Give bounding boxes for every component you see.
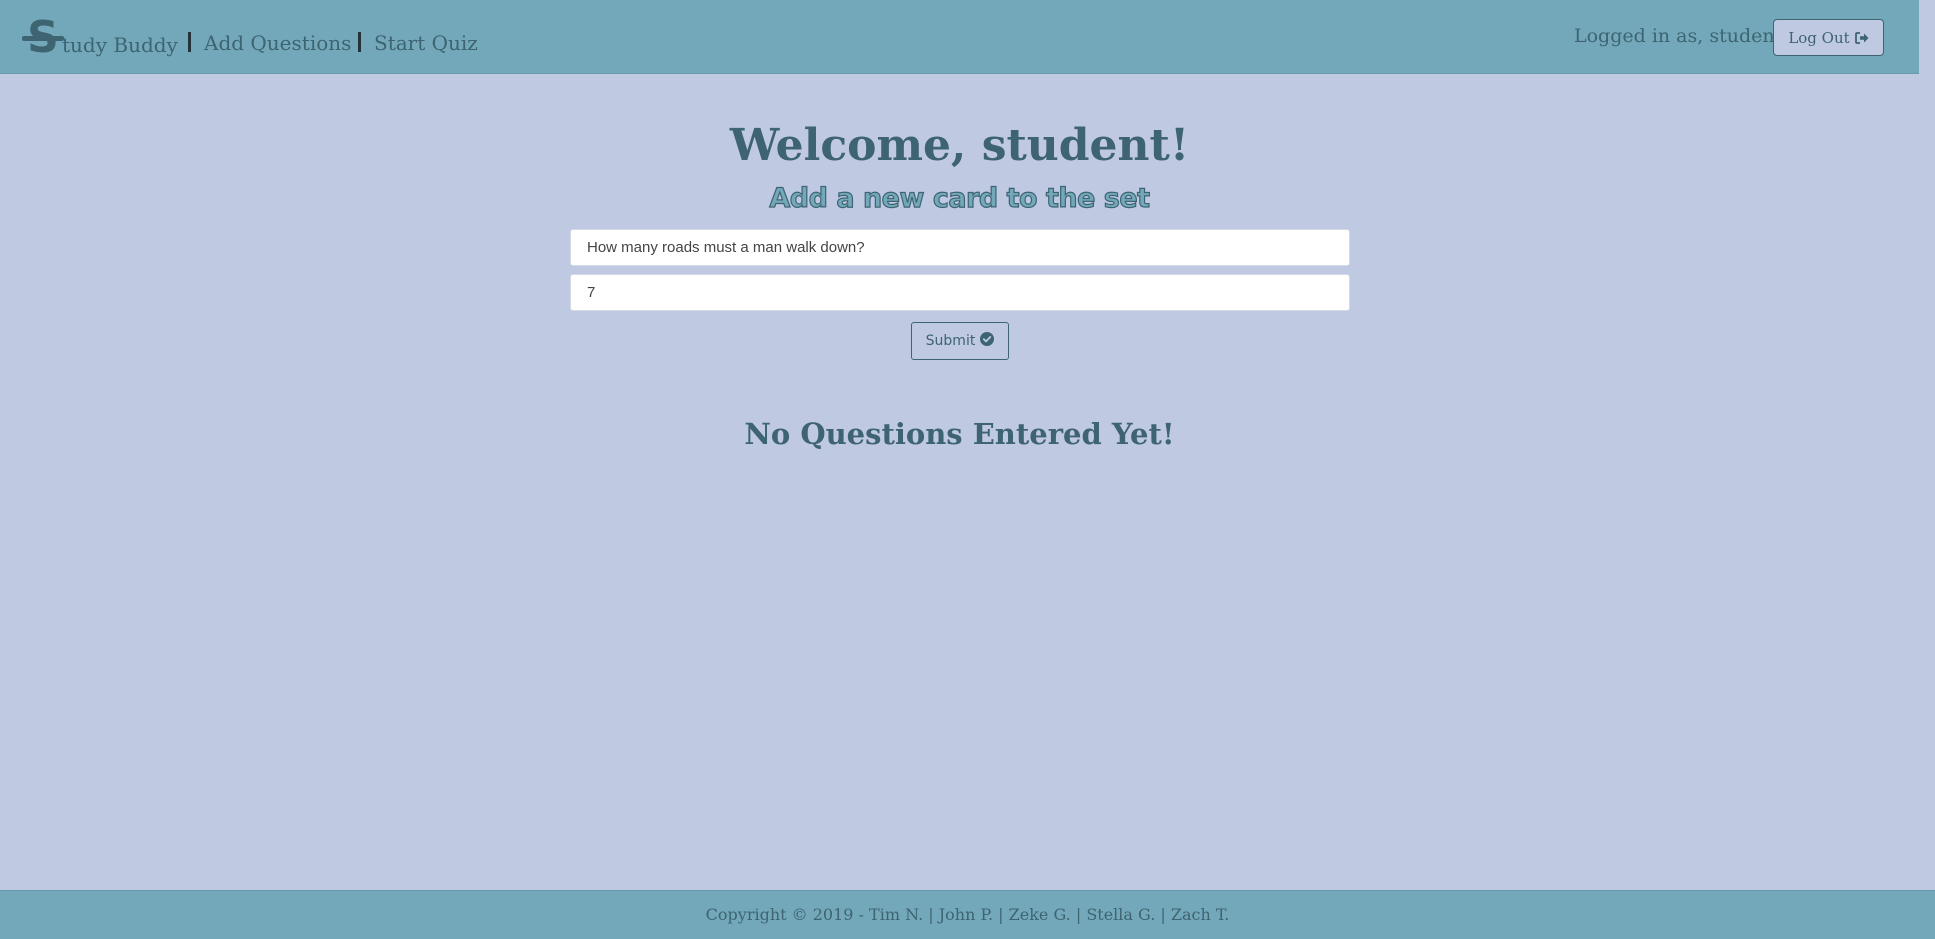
logout-label: Log Out	[1788, 28, 1850, 47]
add-card-subtitle: Add a new card to the set	[769, 182, 1151, 214]
submit-label: Submit	[925, 333, 976, 349]
no-questions-message: No Questions Entered Yet!	[744, 417, 1175, 451]
submit-button[interactable]: Submit	[911, 322, 1009, 360]
brand-name: tudy Buddy	[62, 33, 178, 57]
logout-button[interactable]: Log Out	[1773, 19, 1884, 56]
copyright-text: Copyright © 2019 - Tim N. | John P. | Ze…	[705, 905, 1230, 924]
logged-in-status: Logged in as, student	[1574, 25, 1783, 47]
page-edge	[1919, 0, 1935, 939]
sign-out-icon	[1854, 31, 1869, 44]
navbar: S tudy Buddy Add Questions Start Quiz Lo…	[0, 0, 1919, 74]
nav-separator	[358, 32, 361, 52]
nav-start-quiz[interactable]: Start Quiz	[374, 30, 478, 56]
question-input[interactable]	[570, 229, 1350, 266]
nav-separator	[188, 32, 191, 52]
answer-input[interactable]	[570, 274, 1350, 311]
brand-logo-strike	[22, 36, 64, 41]
welcome-heading: Welcome, student!	[729, 120, 1190, 171]
footer: Copyright © 2019 - Tim N. | John P. | Ze…	[0, 890, 1935, 939]
page: S tudy Buddy Add Questions Start Quiz Lo…	[0, 0, 1935, 939]
nav-add-questions[interactable]: Add Questions	[204, 30, 351, 56]
brand-link[interactable]: S tudy Buddy	[22, 14, 178, 60]
check-circle-icon	[980, 332, 995, 350]
brand-logo: S	[22, 16, 64, 60]
